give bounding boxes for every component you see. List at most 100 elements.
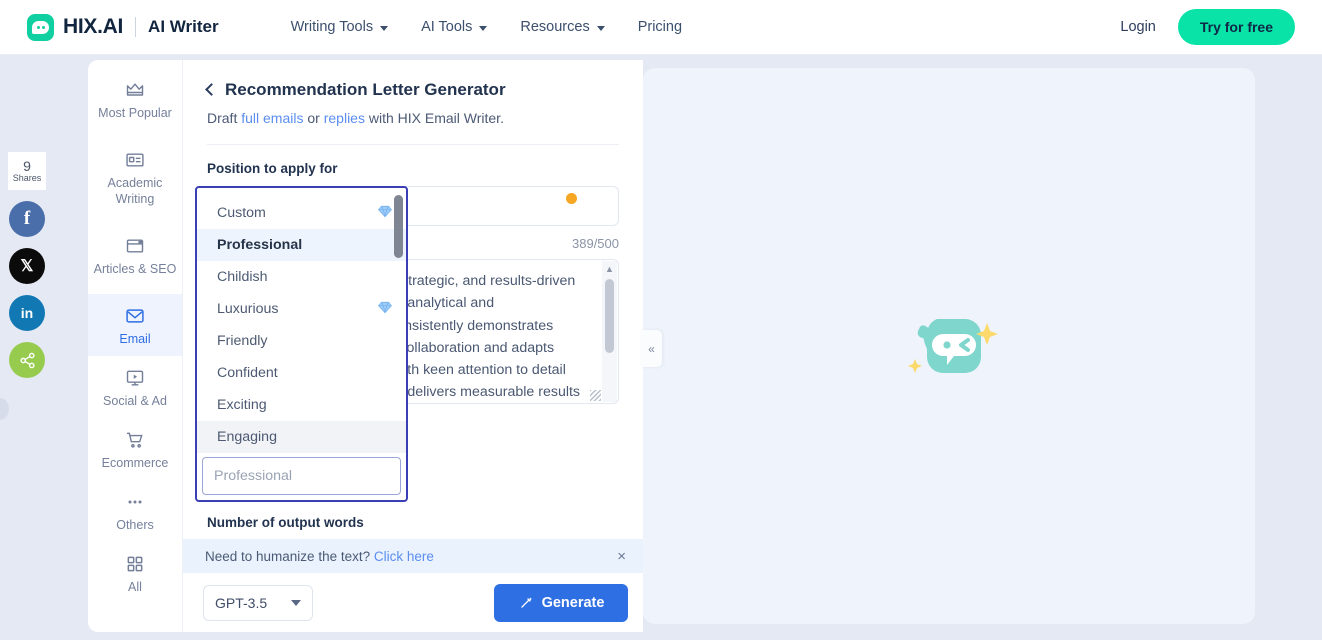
- resize-grip-icon[interactable]: [590, 390, 601, 401]
- tone-option-custom[interactable]: Custom: [197, 197, 406, 229]
- generate-button[interactable]: Generate: [494, 584, 628, 622]
- tone-option-label: Luxurious: [217, 301, 279, 317]
- tone-option-exciting[interactable]: Exciting: [197, 389, 406, 421]
- status-dot: [566, 193, 577, 204]
- dropdown-scrollbar-thumb[interactable]: [394, 195, 403, 258]
- collapse-panel-button[interactable]: «: [641, 330, 662, 367]
- tone-option-luxurious[interactable]: Luxurious: [197, 293, 406, 325]
- scrollbar-thumb[interactable]: [605, 279, 614, 353]
- tone-search-input[interactable]: [214, 468, 397, 484]
- tone-option-friendly[interactable]: Friendly: [197, 325, 406, 357]
- login-link[interactable]: Login: [1120, 19, 1155, 35]
- tone-option-label: Childish: [217, 269, 267, 285]
- nav-item-writing-tools[interactable]: Writing Tools: [291, 19, 388, 35]
- generic-share-button[interactable]: [9, 342, 45, 378]
- tone-search-box[interactable]: [202, 457, 401, 495]
- nav-item-pricing[interactable]: Pricing: [638, 19, 682, 35]
- x-icon: 𝕏: [21, 256, 34, 276]
- sidebar-item-academic-writing[interactable]: Academic Writing: [88, 138, 182, 216]
- ellipsis-icon: [125, 492, 145, 512]
- page-subtitle: Draft full emails or replies with HIX Em…: [207, 110, 619, 126]
- form-footer: GPT-3.5 Generate: [183, 573, 643, 632]
- linkedin-share-button[interactable]: in: [9, 295, 45, 331]
- nav-label: AI Tools: [421, 19, 472, 35]
- page-title: Recommendation Letter Generator: [225, 80, 506, 100]
- nav-right-actions: Login Try for free: [1120, 9, 1295, 45]
- brand-subtitle: AI Writer: [148, 17, 219, 37]
- sidebar-item-label: Articles & SEO: [94, 262, 177, 278]
- sidebar-item-label: Most Popular: [98, 106, 172, 122]
- tone-option-confident[interactable]: Confident: [197, 357, 406, 389]
- nav-label: Pricing: [638, 19, 682, 35]
- browser-window-icon: [125, 236, 145, 256]
- brand-divider: [135, 17, 136, 37]
- sidebar-item-ecommerce[interactable]: Ecommerce: [88, 418, 182, 480]
- crown-icon: [125, 80, 145, 100]
- tone-option-label: Custom: [217, 205, 266, 221]
- monitor-play-icon: [125, 368, 145, 388]
- sidebar-item-label: Others: [116, 518, 154, 534]
- subtitle-mid: or: [303, 110, 323, 126]
- tone-option-childish[interactable]: Childish: [197, 261, 406, 293]
- full-emails-link[interactable]: full emails: [241, 110, 303, 126]
- id-card-icon: [125, 150, 145, 170]
- sidebar-item-label: Email: [119, 332, 150, 348]
- sidebar-item-social-ad[interactable]: Social & Ad: [88, 356, 182, 418]
- textarea-scrollbar[interactable]: ▲: [602, 261, 617, 402]
- premium-gem-icon: [378, 301, 392, 318]
- chevron-down-icon: [479, 26, 487, 31]
- sidebar-item-articles-seo[interactable]: Articles & SEO: [88, 216, 182, 294]
- sidebar-item-email[interactable]: Email: [88, 294, 182, 356]
- top-navigation-bar: HIX.AI AI Writer Writing Tools AI Tools …: [0, 0, 1322, 55]
- humanize-banner: Need to humanize the text? Click here ×: [183, 539, 643, 573]
- linkedin-icon: in: [21, 305, 33, 321]
- tone-option-label: Confident: [217, 365, 278, 381]
- subtitle-pre: Draft: [207, 110, 241, 126]
- brand-logo[interactable]: HIX.AI AI Writer: [27, 14, 219, 41]
- close-icon[interactable]: ×: [613, 545, 630, 568]
- tone-option-professional[interactable]: Professional: [197, 229, 406, 261]
- tone-option-engaging[interactable]: Engaging: [197, 421, 406, 453]
- try-for-free-button[interactable]: Try for free: [1178, 9, 1295, 45]
- sidebar-item-others[interactable]: Others: [88, 480, 182, 542]
- facebook-icon: f: [24, 208, 30, 230]
- scroll-up-arrow-icon[interactable]: ▲: [605, 264, 614, 274]
- sidebar-item-label: Ecommerce: [102, 456, 169, 472]
- x-share-button[interactable]: 𝕏: [9, 248, 45, 284]
- nav-item-resources[interactable]: Resources: [520, 19, 604, 35]
- generate-button-label: Generate: [542, 595, 605, 611]
- replies-link[interactable]: replies: [324, 110, 365, 126]
- hix-mascot-illustration: [899, 301, 999, 391]
- tone-option-label: Professional: [217, 237, 302, 253]
- nav-label: Resources: [520, 19, 589, 35]
- sidebar-item-label: Academic Writing: [88, 176, 182, 207]
- form-header: Recommendation Letter Generator Draft fu…: [183, 60, 643, 145]
- tone-dropdown[interactable]: Custom Professional Childish Luxurious: [195, 186, 408, 502]
- humanize-text: Need to humanize the text?: [205, 549, 370, 564]
- tone-option-label: Friendly: [217, 333, 267, 349]
- tone-option-list: Custom Professional Childish Luxurious: [197, 188, 406, 453]
- chevron-down-icon: [380, 26, 388, 31]
- output-words-label: Number of output words: [183, 515, 643, 530]
- tone-option-label: Exciting: [217, 397, 267, 413]
- envelope-icon: [125, 306, 145, 326]
- premium-gem-icon: [378, 205, 392, 222]
- hix-logo-icon: [27, 14, 54, 41]
- page-title-row: Recommendation Letter Generator: [207, 80, 619, 100]
- humanize-message: Need to humanize the text? Click here: [205, 549, 434, 564]
- preview-panel: [643, 68, 1255, 624]
- facebook-share-button[interactable]: f: [9, 201, 45, 237]
- sidebar-item-most-popular[interactable]: Most Popular: [88, 60, 182, 138]
- subtitle-post: with HIX Email Writer.: [365, 110, 504, 126]
- model-select-value: GPT-3.5: [215, 595, 267, 611]
- humanize-click-here-link[interactable]: Click here: [374, 549, 434, 564]
- grid-icon: [125, 554, 145, 574]
- nav-item-ai-tools[interactable]: AI Tools: [421, 19, 487, 35]
- model-select[interactable]: GPT-3.5: [203, 585, 313, 621]
- share-count-box: 9 Shares: [8, 152, 46, 190]
- sidebar-item-all[interactable]: All: [88, 542, 182, 604]
- share-nodes-icon: [19, 352, 36, 369]
- back-chevron-icon[interactable]: [205, 83, 218, 96]
- shopping-cart-icon: [125, 430, 145, 450]
- social-share-rail: 9 Shares f 𝕏 in: [8, 152, 46, 378]
